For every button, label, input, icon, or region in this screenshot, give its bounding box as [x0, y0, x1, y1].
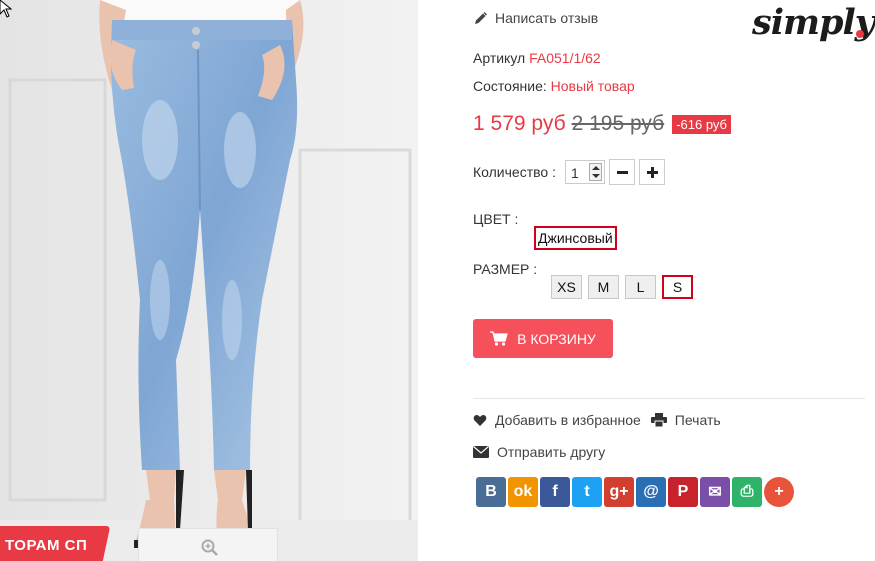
quantity-spinner[interactable] [588, 163, 602, 181]
more-share-icon[interactable]: + [764, 477, 794, 507]
quantity-value: 1 [570, 165, 579, 181]
color-option-selected[interactable]: Джинсовый [534, 226, 617, 250]
add-to-cart-button[interactable]: В КОРЗИНУ [473, 319, 613, 358]
send-row: Отправить другу [473, 444, 605, 460]
send-to-friend-link[interactable]: Отправить другу [497, 444, 605, 460]
condition-row: Состояние: Новый товар [473, 78, 635, 94]
pencil-icon [475, 11, 487, 24]
sku-row: Артикул FA051/1/62 [473, 50, 601, 66]
share-buttons: Вok f t g+ @ P ✉ ⎙ + [476, 477, 794, 507]
facebook-icon[interactable]: f [540, 477, 570, 507]
twitter-icon[interactable]: t [572, 477, 602, 507]
product-details: Написать отзыв Артикул FA051/1/62 Состоя… [473, 0, 865, 561]
add-to-wishlist-link[interactable]: Добавить в избранное [495, 412, 641, 428]
quantity-row: Количество : 1 [473, 159, 665, 185]
print-link[interactable]: Печать [675, 412, 721, 428]
size-label: РАЗМЕР : [473, 261, 538, 277]
quantity-decrease-button[interactable] [608, 159, 635, 185]
condition-label: Состояние: [473, 78, 547, 94]
condition-value: Новый товар [550, 78, 635, 94]
quantity-label: Количество : [473, 164, 556, 180]
cart-icon [490, 331, 508, 346]
promo-tag[interactable]: ТОРАМ СП [0, 526, 111, 561]
print-share-icon[interactable]: ⎙ [732, 477, 762, 507]
pinterest-icon[interactable]: P [668, 477, 698, 507]
sku-label: Артикул [473, 50, 526, 66]
add-to-cart-label: В КОРЗИНУ [517, 330, 596, 347]
color-label: ЦВЕТ : [473, 211, 519, 227]
old-price: 2 195 руб [571, 112, 665, 135]
current-price: 1 579 руб [473, 112, 566, 135]
envelope-icon [473, 446, 489, 458]
write-review-label: Написать отзыв [495, 10, 599, 26]
zoom-button[interactable] [138, 528, 278, 561]
quantity-input[interactable]: 1 [564, 160, 605, 184]
product-image[interactable]: ТОРАМ СП [0, 0, 418, 561]
size-options: XS M L S [551, 275, 693, 299]
odnoklassniki-icon[interactable]: ok [508, 477, 538, 507]
size-option-m[interactable]: M [588, 275, 619, 299]
promo-tag-label: ТОРАМ СП [4, 537, 88, 554]
googleplus-icon[interactable]: g+ [604, 477, 634, 507]
actions-row: Добавить в избранное Печать [473, 412, 721, 428]
jeans-photo [0, 0, 418, 561]
divider [473, 398, 865, 399]
mouse-cursor-icon [0, 0, 12, 18]
size-option-l[interactable]: L [625, 275, 656, 299]
email-icon[interactable]: ✉ [700, 477, 730, 507]
price-row: 1 579 руб 2 195 руб -616 руб [473, 112, 731, 136]
spinner-down-icon[interactable] [591, 174, 600, 178]
write-review-link[interactable]: Написать отзыв [473, 10, 598, 26]
discount-badge: -616 руб [672, 114, 731, 134]
printer-icon [650, 413, 667, 427]
mailru-icon[interactable]: @ [636, 477, 666, 507]
size-option-s[interactable]: S [662, 275, 693, 299]
quantity-increase-button[interactable] [638, 159, 665, 185]
vk-icon[interactable]: В [476, 477, 506, 507]
heart-icon [473, 414, 487, 426]
size-option-xs[interactable]: XS [551, 275, 582, 299]
sku-value: FA051/1/62 [529, 50, 601, 66]
spinner-up-icon[interactable] [591, 166, 600, 170]
zoom-in-icon [201, 539, 218, 556]
